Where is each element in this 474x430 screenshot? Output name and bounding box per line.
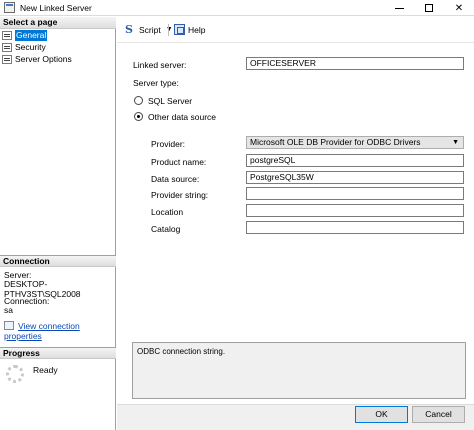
page-item-label: Server Options [15,54,72,64]
left-panel: Select a page General Security Server Op… [0,17,116,430]
description-text: ODBC connection string. [137,347,226,356]
chevron-down-icon[interactable]: ▼ [166,26,173,33]
progress-header: Progress [0,347,116,359]
other-data-source-radio[interactable] [134,112,143,121]
view-connection-properties[interactable]: View connection properties [4,321,115,341]
maximize-button[interactable] [414,0,444,16]
cancel-button[interactable]: Cancel [412,406,465,423]
data-source-label: Data source: [151,174,200,184]
help-label: Help [188,24,206,35]
linked-server-input[interactable]: OFFICESERVER [246,57,464,70]
toolbar-separator [168,24,169,36]
maximize-icon [425,4,433,12]
provider-select-value: Microsoft OLE DB Provider for ODBC Drive… [250,137,421,147]
page-item-security[interactable]: Security [2,42,46,53]
location-label: Location [151,207,184,217]
catalog-label: Catalog [151,224,181,234]
close-icon: ✕ [454,2,464,14]
product-name-label: Product name: [151,157,207,167]
progress-spinner-icon [6,365,24,383]
page-icon [2,31,12,40]
provider-select[interactable]: Microsoft OLE DB Provider for ODBC Drive… [246,136,464,149]
help-button[interactable]: Help [174,24,205,35]
minimize-icon [394,7,404,9]
sql-server-radio[interactable] [134,96,143,105]
help-icon [174,24,185,35]
other-data-source-radio-label: Other data source [148,112,217,122]
progress-status: Ready [33,365,58,375]
data-source-input[interactable]: PostgreSQL35W [246,171,464,184]
page-item-label: General [15,30,48,41]
linked-server-label: Linked server: [133,60,187,70]
select-page-header: Select a page [0,17,116,29]
sql-server-radio-label: SQL Server [148,96,193,106]
minimize-button[interactable] [384,0,414,16]
provider-string-label: Provider string: [151,190,209,200]
product-name-input[interactable]: postgreSQL [246,154,464,167]
connection-header: Connection [0,255,116,267]
catalog-input[interactable] [246,221,464,234]
connection-value: sa [4,305,13,315]
connection-properties-icon [4,321,14,330]
toolbar: S Script ▼ Help [117,17,474,43]
script-label: Script [139,24,161,35]
ok-button[interactable]: OK [355,406,408,423]
chevron-down-icon: ▼ [452,139,459,146]
page-icon [2,55,12,64]
script-button[interactable]: S Script ▼ [125,24,173,35]
page-item-server-options[interactable]: Server Options [2,54,72,65]
server-type-label: Server type: [133,78,179,88]
provider-label: Provider: [151,139,186,149]
window-title: New Linked Server [20,3,92,13]
page-icon [2,43,12,52]
page-item-label: Security [15,42,46,52]
description-box: ODBC connection string. [132,342,466,399]
script-icon: S [125,23,133,36]
provider-string-input[interactable] [246,187,464,200]
view-connection-link[interactable]: View connection properties [4,321,80,341]
location-input[interactable] [246,204,464,217]
close-button[interactable]: ✕ [444,0,474,16]
title-bar: New Linked Server ✕ [0,0,474,16]
app-icon [4,2,15,13]
page-item-general[interactable]: General [2,30,48,41]
